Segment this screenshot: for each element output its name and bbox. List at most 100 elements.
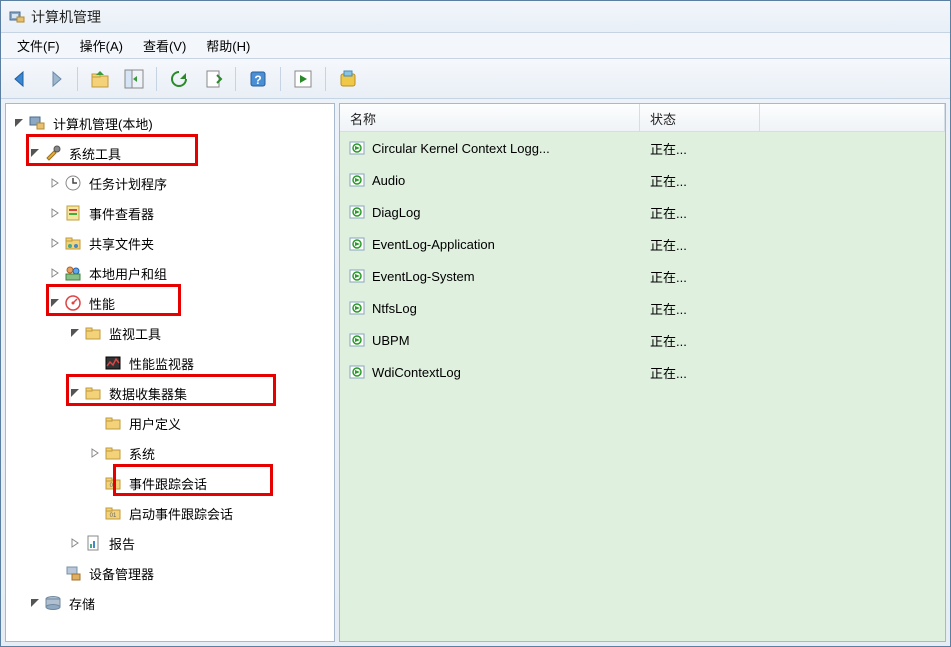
- toolbar-separator: [77, 67, 78, 91]
- col-header-empty[interactable]: [760, 104, 945, 131]
- svg-text:01: 01: [110, 513, 117, 519]
- menu-action[interactable]: 操作(A): [70, 33, 133, 58]
- row-name: NtfsLog: [372, 301, 417, 316]
- trace-session-icon: [348, 139, 366, 157]
- arrow-expanded-icon[interactable]: [28, 146, 42, 160]
- list-row[interactable]: UBPM 正在...: [340, 324, 945, 356]
- tree-systools[interactable]: 系统工具: [8, 138, 332, 168]
- svg-text:01: 01: [110, 483, 117, 489]
- tree-localusers[interactable]: 本地用户和组: [8, 258, 332, 288]
- tree-reports[interactable]: 报告: [8, 528, 332, 558]
- folder-icon: [84, 324, 102, 342]
- menu-file[interactable]: 文件(F): [7, 33, 70, 58]
- arrow-collapsed-icon[interactable]: [48, 236, 62, 250]
- list-row[interactable]: EventLog-System 正在...: [340, 260, 945, 292]
- list-body[interactable]: Circular Kernel Context Logg... 正在... Au…: [340, 132, 945, 641]
- device-icon: [64, 564, 82, 582]
- toolbar-separator-2: [156, 67, 157, 91]
- folder-icon: [104, 444, 122, 462]
- list-row[interactable]: EventLog-Application 正在...: [340, 228, 945, 260]
- tree-collector-sets[interactable]: 数据收集器集: [8, 378, 332, 408]
- arrow-collapsed-icon[interactable]: [48, 176, 62, 190]
- help-button[interactable]: ?: [242, 63, 274, 95]
- show-hide-button[interactable]: [118, 63, 150, 95]
- tree-perf-monitor[interactable]: 性能监视器: [8, 348, 332, 378]
- col-header-status[interactable]: 状态: [640, 104, 760, 131]
- tree-monitor-tools[interactable]: 监视工具: [8, 318, 332, 348]
- trace-session-icon: [348, 203, 366, 221]
- trace-session-icon: [348, 235, 366, 253]
- arrow-collapsed-icon[interactable]: [48, 266, 62, 280]
- list-row[interactable]: NtfsLog 正在...: [340, 292, 945, 324]
- toolbar-separator-4: [280, 67, 281, 91]
- trace-folder-icon: 01: [104, 504, 122, 522]
- arrow-collapsed-icon[interactable]: [68, 536, 82, 550]
- arrow-collapsed-icon[interactable]: [88, 446, 102, 460]
- row-status: 正在...: [640, 139, 760, 158]
- tree-label: 任务计划程序: [86, 173, 170, 194]
- back-button[interactable]: [5, 63, 37, 95]
- titlebar: 计算机管理: [1, 1, 950, 33]
- row-name: DiagLog: [372, 205, 420, 220]
- arrow-expanded-icon[interactable]: [48, 296, 62, 310]
- folder-icon: [104, 414, 122, 432]
- trace-session-icon: [348, 331, 366, 349]
- menu-view[interactable]: 查看(V): [133, 33, 196, 58]
- arrow-collapsed-icon[interactable]: [48, 206, 62, 220]
- row-status: 正在...: [640, 235, 760, 254]
- arrow-expanded-icon[interactable]: [28, 596, 42, 610]
- up-button[interactable]: [84, 63, 116, 95]
- tree-user-defined[interactable]: 用户定义: [8, 408, 332, 438]
- new-collector-button[interactable]: [332, 63, 364, 95]
- performance-icon: [64, 294, 82, 312]
- tree-label: 监视工具: [106, 323, 164, 344]
- tree-startup-event-trace[interactable]: 01 启动事件跟踪会话: [8, 498, 332, 528]
- list-panel: 名称 状态 Circular Kernel Context Logg... 正在…: [339, 103, 946, 642]
- arrow-expanded-icon[interactable]: [68, 326, 82, 340]
- row-name: Circular Kernel Context Logg...: [372, 141, 550, 156]
- list-row[interactable]: Audio 正在...: [340, 164, 945, 196]
- row-name: WdiContextLog: [372, 365, 461, 380]
- tree-event-trace-sessions[interactable]: 01 事件跟踪会话: [8, 468, 332, 498]
- trace-session-icon: [348, 299, 366, 317]
- computer-icon: [28, 114, 46, 132]
- refresh-button[interactable]: [163, 63, 195, 95]
- tree-scheduler[interactable]: 任务计划程序: [8, 168, 332, 198]
- tree-label: 性能监视器: [126, 353, 197, 374]
- toolbar: ?: [1, 59, 950, 99]
- tree-panel[interactable]: 计算机管理(本地) 系统工具 任务计划程序 事件查看器 共享文件夹: [5, 103, 335, 642]
- col-header-name[interactable]: 名称: [340, 104, 640, 131]
- tree-label: 数据收集器集: [106, 383, 190, 404]
- row-status: 正在...: [640, 299, 760, 318]
- list-row[interactable]: Circular Kernel Context Logg... 正在...: [340, 132, 945, 164]
- forward-button[interactable]: [39, 63, 71, 95]
- tree-shared[interactable]: 共享文件夹: [8, 228, 332, 258]
- trace-session-icon: [348, 267, 366, 285]
- export-button[interactable]: [197, 63, 229, 95]
- report-icon: [84, 534, 102, 552]
- list-row[interactable]: WdiContextLog 正在...: [340, 356, 945, 388]
- app-icon: [9, 9, 25, 25]
- eventlog-icon: [64, 204, 82, 222]
- trace-folder-icon: 01: [104, 474, 122, 492]
- tree-root[interactable]: 计算机管理(本地): [8, 108, 332, 138]
- tree-performance[interactable]: 性能: [8, 288, 332, 318]
- list-row[interactable]: DiagLog 正在...: [340, 196, 945, 228]
- play-button[interactable]: [287, 63, 319, 95]
- content-area: 计算机管理(本地) 系统工具 任务计划程序 事件查看器 共享文件夹: [1, 99, 950, 646]
- arrow-expanded-icon[interactable]: [12, 116, 26, 130]
- toolbar-separator-5: [325, 67, 326, 91]
- menu-help[interactable]: 帮助(H): [196, 33, 260, 58]
- tree-eventviewer[interactable]: 事件查看器: [8, 198, 332, 228]
- row-name: UBPM: [372, 333, 410, 348]
- tree-devicemgr[interactable]: 设备管理器: [8, 558, 332, 588]
- tree-storage[interactable]: 存储: [8, 588, 332, 618]
- trace-session-icon: [348, 171, 366, 189]
- arrow-expanded-icon[interactable]: [68, 386, 82, 400]
- app-window: 计算机管理 文件(F) 操作(A) 查看(V) 帮助(H) ?: [0, 0, 951, 647]
- tree-system[interactable]: 系统: [8, 438, 332, 468]
- tree-label: 本地用户和组: [86, 263, 170, 284]
- tree-label: 用户定义: [126, 413, 184, 434]
- perfmon-icon: [104, 354, 122, 372]
- folder-icon: [84, 384, 102, 402]
